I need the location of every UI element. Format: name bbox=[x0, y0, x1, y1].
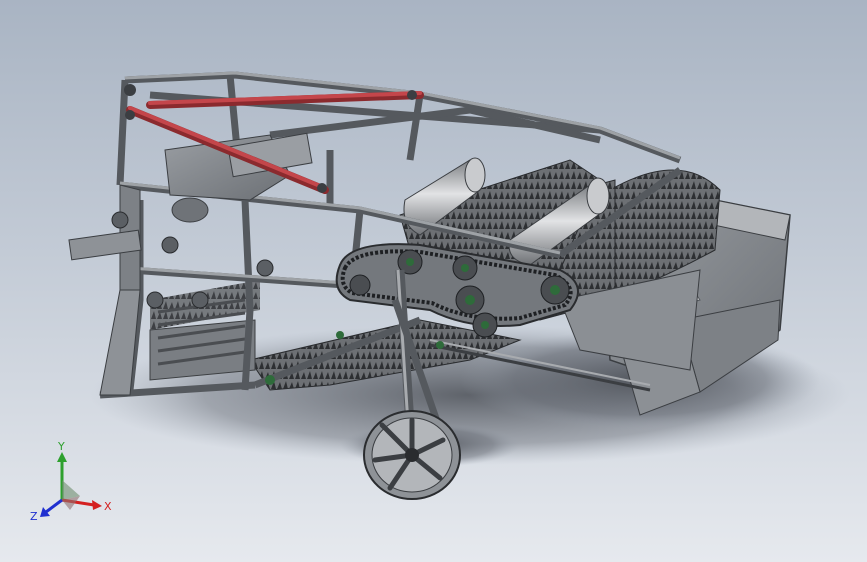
triad-axes bbox=[40, 452, 102, 517]
y-axis-label: Y bbox=[57, 440, 65, 453]
x-axis-label: X bbox=[104, 500, 112, 513]
z-axis-label: Z bbox=[30, 510, 38, 523]
orientation-triad[interactable]: Y X Z bbox=[30, 440, 120, 530]
cad-viewport[interactable]: Y X Z bbox=[0, 0, 867, 562]
harvester-3d-model[interactable] bbox=[0, 0, 867, 562]
gauge-wheel[interactable] bbox=[363, 410, 461, 500]
